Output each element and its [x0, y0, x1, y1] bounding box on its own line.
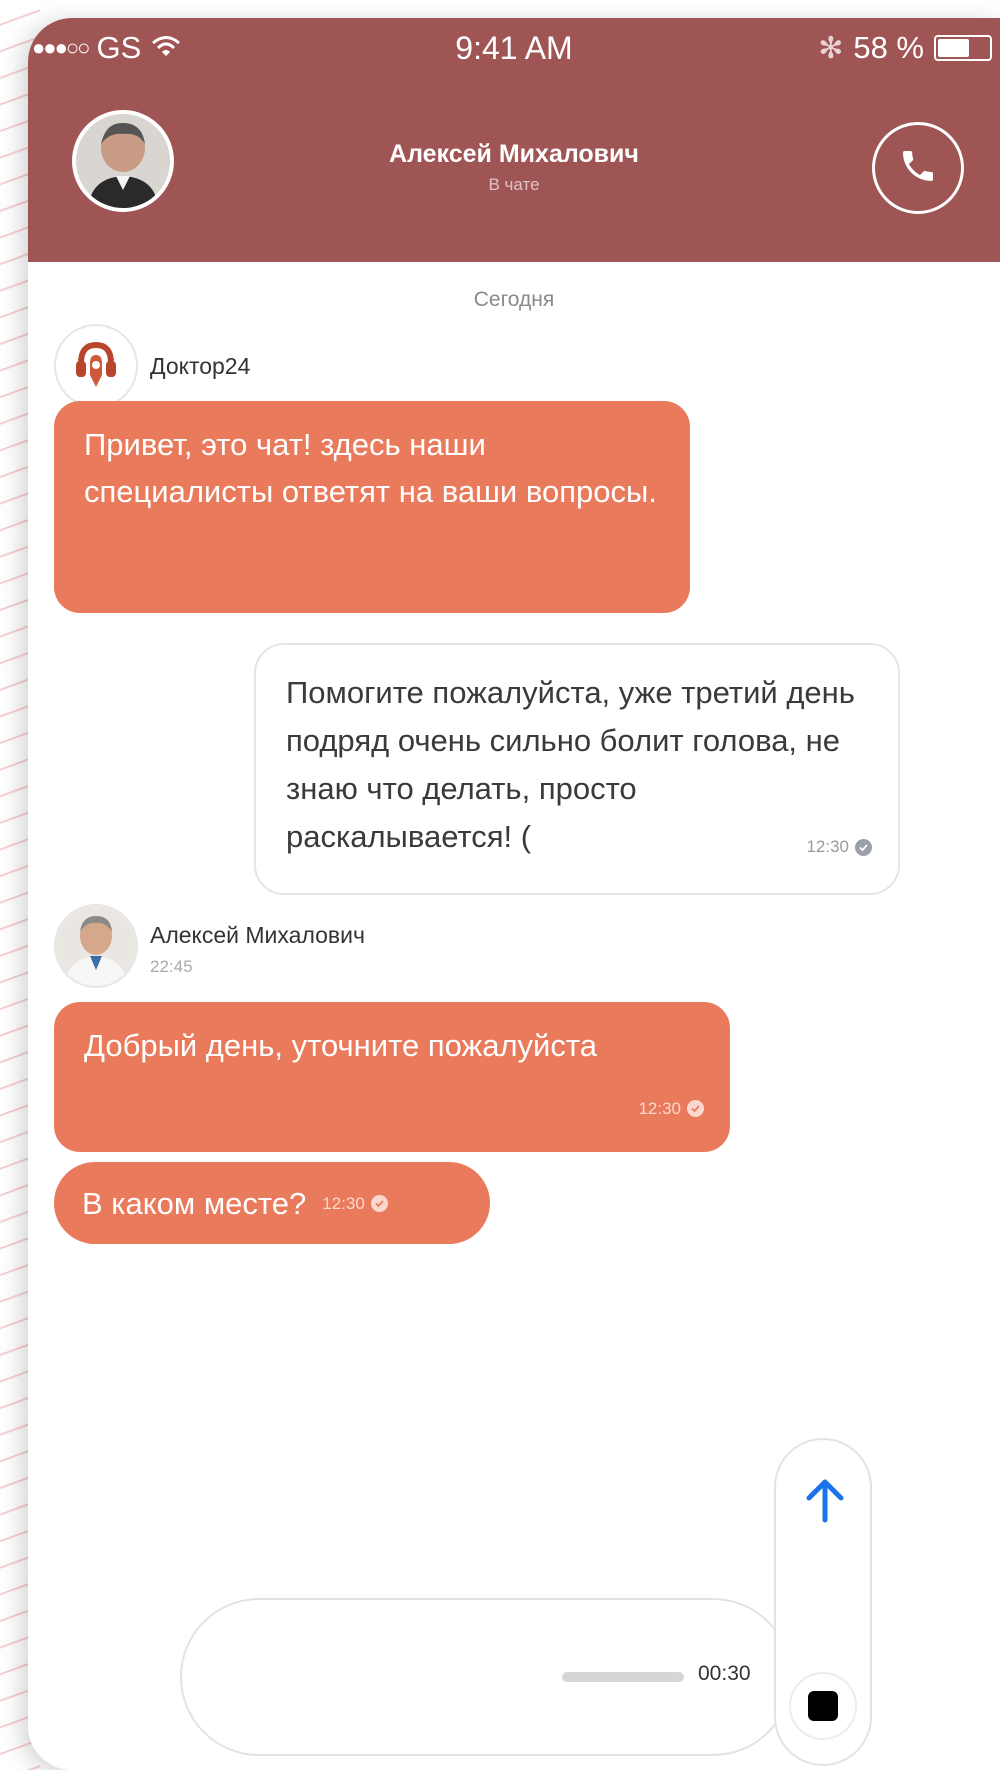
contact-info: Алексей Михалович В чате	[28, 140, 1000, 195]
user-message-bubble[interactable]: Помогите пожалуйста, уже третий день под…	[254, 643, 900, 895]
doctor-avatar[interactable]	[54, 904, 138, 988]
chat-header: ●●●○○ GS 9:41 AM ✻ 58 % Алексей Михалови…	[28, 18, 1000, 262]
bot-sender: Доктор24	[54, 324, 250, 408]
doctor-message-bubble[interactable]: В каком месте? 12:30	[54, 1162, 490, 1244]
arrow-up-icon	[804, 1479, 846, 1528]
doctor-message-time: 12:30	[322, 1193, 365, 1213]
battery-icon	[934, 35, 992, 61]
composer-actions	[774, 1438, 872, 1766]
contact-status: В чате	[488, 175, 540, 194]
send-button[interactable]	[804, 1478, 846, 1529]
doctor-sender-name: Алексей Михалович	[150, 922, 365, 948]
bot-sender-name: Доктор24	[150, 352, 251, 379]
user-message-meta: 12:30	[806, 823, 872, 871]
status-bar: ●●●○○ GS 9:41 AM ✻ 58 %	[28, 18, 1000, 78]
doctor-sender: Алексей Михалович 22:45	[54, 904, 365, 988]
recording-timer: 00:30	[698, 1662, 751, 1685]
battery-level	[938, 39, 970, 57]
stop-recording-button[interactable]	[789, 1672, 857, 1740]
read-check-icon	[687, 1100, 704, 1117]
call-button[interactable]	[872, 122, 964, 214]
bluetooth-icon: ✻	[818, 31, 844, 65]
doctor-message-time: 12:30	[638, 1099, 681, 1118]
bot-message-text: Привет, это чат! здесь наши специалисты …	[84, 427, 657, 509]
day-separator: Сегодня	[473, 288, 555, 311]
user-message-text: Помогите пожалуйста, уже третий день под…	[286, 675, 855, 854]
doctor-message-meta: 12:30	[638, 1085, 704, 1132]
voice-message-composer[interactable]: 00:30	[180, 1598, 792, 1756]
read-check-icon	[370, 1194, 388, 1212]
doctor-sender-info: Алексей Михалович 22:45	[138, 904, 365, 977]
doctor-message-text: Добрый день, уточните пожалуйста	[84, 1028, 597, 1063]
user-message-time: 12:30	[806, 837, 849, 856]
battery-percent: 58 %	[853, 30, 924, 65]
phone-icon	[898, 146, 938, 191]
status-right: ✻ 58 %	[818, 30, 1000, 66]
read-check-icon	[855, 838, 872, 856]
contact-name: Алексей Михалович	[389, 140, 639, 168]
recording-progress-bar[interactable]	[562, 1672, 684, 1682]
stop-icon	[808, 1691, 838, 1721]
doctor-sender-time: 22:45	[150, 957, 193, 976]
doctor-message-meta: 12:30	[322, 1180, 388, 1227]
headset-logo-icon	[54, 324, 138, 408]
doctor-message-text: В каком месте?	[82, 1185, 307, 1221]
phone-screen: ●●●○○ GS 9:41 AM ✻ 58 % Алексей Михалови…	[28, 18, 1000, 1770]
doctor-message-bubble[interactable]: Добрый день, уточните пожалуйста 12:30	[54, 1002, 730, 1152]
bot-message-bubble[interactable]: Привет, это чат! здесь наши специалисты …	[54, 401, 690, 613]
